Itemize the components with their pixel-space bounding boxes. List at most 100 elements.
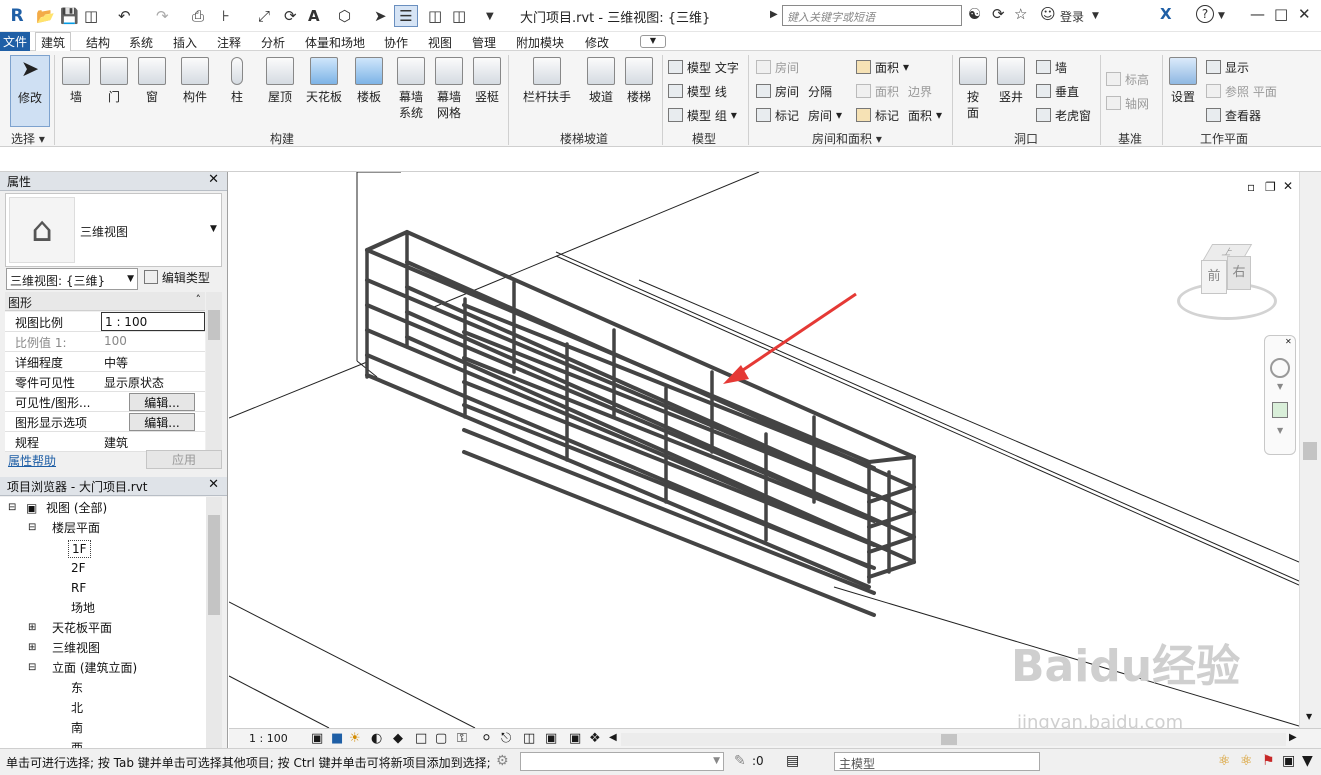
- login-dropdown-icon[interactable]: ▼: [1092, 11, 1099, 21]
- measure-icon[interactable]: ⊦: [222, 5, 230, 27]
- tab-systems[interactable]: 系统: [129, 34, 153, 51]
- modify-button[interactable]: ➤ 修改: [10, 55, 50, 127]
- close-hidden-icon[interactable]: ◫: [428, 5, 442, 27]
- wall-opening-button[interactable]: 墙: [1036, 58, 1067, 76]
- level-button[interactable]: 标高: [1106, 70, 1149, 88]
- panel-room-name[interactable]: 房间和面积 ▾: [812, 130, 882, 147]
- dropdown-icon[interactable]: ▼: [486, 5, 494, 27]
- highlight-icon[interactable]: ▣: [569, 731, 581, 746]
- login-button[interactable]: 登录: [1060, 8, 1084, 25]
- help-dropdown-icon[interactable]: ▼: [1218, 11, 1225, 21]
- collapse-icon[interactable]: ⊟: [28, 520, 36, 536]
- editable-only-icon[interactable]: ✎: [734, 753, 746, 769]
- separator-button[interactable]: 分隔: [808, 82, 832, 100]
- undo-icon[interactable]: ↶: [118, 5, 131, 27]
- zoom-icon[interactable]: [1272, 402, 1288, 418]
- scroll-down-icon[interactable]: ▼: [1306, 712, 1312, 721]
- scroll-thumb[interactable]: [1303, 442, 1317, 460]
- curtain-grid-button[interactable]: 幕墙 网格: [430, 57, 468, 121]
- frame-tie[interactable]: [867, 455, 916, 464]
- mullion-button[interactable]: 竖梃: [470, 57, 504, 105]
- scroll-left-icon[interactable]: ◀: [609, 732, 617, 743]
- column-button[interactable]: 柱: [220, 57, 254, 105]
- shaft-button[interactable]: 竖井: [994, 57, 1028, 105]
- properties-scrollbar[interactable]: [206, 292, 222, 450]
- edit-button[interactable]: 编辑...: [129, 413, 195, 431]
- tab-massing-site[interactable]: 体量和场地: [305, 34, 365, 51]
- viewcube-right-face[interactable]: 右: [1227, 256, 1251, 290]
- scroll-right-icon[interactable]: ▶: [1289, 732, 1297, 743]
- floor-button[interactable]: 楼板: [350, 57, 388, 105]
- crop-icon[interactable]: □: [415, 731, 427, 746]
- tag-area-label-button[interactable]: 面积 ▾: [908, 106, 942, 124]
- tree-item-west[interactable]: 西: [71, 740, 83, 748]
- property-value[interactable]: 显示原状态: [101, 372, 205, 391]
- chevron-down-icon[interactable]: ▼: [1277, 382, 1283, 391]
- crop-region-icon[interactable]: ▢: [435, 731, 447, 746]
- dormer-button[interactable]: 老虎窗: [1036, 106, 1091, 124]
- exchange-icon[interactable]: ⟳: [992, 5, 1005, 23]
- tree-item-rf[interactable]: RF: [71, 580, 86, 596]
- tag-icon[interactable]: ⟳: [284, 5, 297, 27]
- tree-item-north[interactable]: 北: [71, 700, 83, 716]
- tree-node-elevations[interactable]: 立面 (建筑立面): [52, 660, 137, 676]
- apply-button[interactable]: 应用: [146, 450, 222, 469]
- close-icon[interactable]: ✕: [208, 172, 219, 187]
- steering-wheel-icon[interactable]: [1270, 358, 1290, 378]
- scroll-thumb[interactable]: [208, 515, 220, 615]
- collapse-icon[interactable]: ⊟: [28, 660, 36, 676]
- window-button[interactable]: 窗: [134, 57, 170, 105]
- property-value[interactable]: 中等: [101, 352, 205, 371]
- stair-button[interactable]: 楼梯: [622, 57, 656, 105]
- print-icon[interactable]: ⎙: [192, 5, 204, 27]
- frame-tie[interactable]: [365, 230, 409, 252]
- door-button[interactable]: 门: [96, 57, 132, 105]
- search-input[interactable]: 键入关键字或短语: [782, 5, 962, 26]
- properties-help-link[interactable]: 属性帮助: [8, 452, 56, 469]
- binoculars-icon[interactable]: ☯: [968, 5, 981, 23]
- view-minimize-icon[interactable]: ▫: [1247, 180, 1255, 194]
- constraints-icon[interactable]: ❖: [589, 731, 601, 746]
- ribbon-minimize-icon[interactable]: ▼: [640, 35, 666, 48]
- grid-button[interactable]: 轴网: [1106, 94, 1149, 112]
- tree-item-south[interactable]: 南: [71, 720, 83, 736]
- expand-icon[interactable]: ⊞: [28, 620, 36, 636]
- text-icon[interactable]: A: [308, 5, 320, 27]
- tag-room-label-button[interactable]: 房间 ▾: [808, 106, 842, 124]
- save-icon[interactable]: 💾: [60, 5, 79, 27]
- close-icon[interactable]: ✕: [208, 477, 219, 492]
- view-close-icon[interactable]: ✕: [1283, 179, 1293, 193]
- curtain-system-button[interactable]: 幕墙 系统: [392, 57, 430, 121]
- property-value-input[interactable]: 1 : 100: [101, 312, 205, 331]
- property-value[interactable]: 建筑: [101, 432, 205, 451]
- tree-node-ceiling-plans[interactable]: 天花板平面: [52, 620, 112, 636]
- tree-node-views[interactable]: 视图 (全部): [46, 500, 107, 516]
- chevron-down-icon[interactable]: ▼: [210, 224, 217, 234]
- help-icon[interactable]: ?: [1196, 5, 1214, 23]
- reveal-hidden-icon[interactable]: ⎋: [501, 731, 511, 746]
- browser-scrollbar[interactable]: [206, 497, 222, 748]
- area-button[interactable]: 面积 ▾: [856, 58, 909, 76]
- tag-room-button[interactable]: 标记: [756, 106, 799, 124]
- tab-collaborate[interactable]: 协作: [384, 34, 408, 51]
- design-options-icon[interactable]: ▤: [786, 753, 799, 769]
- exchange-apps-icon[interactable]: X: [1160, 5, 1172, 23]
- tab-view[interactable]: 视图: [428, 34, 452, 51]
- collapse-icon[interactable]: ⊟: [8, 500, 16, 516]
- dimension-icon[interactable]: ⤢: [258, 5, 270, 27]
- model-line-button[interactable]: 模型 线: [668, 82, 727, 100]
- railing-button[interactable]: 栏杆扶手: [518, 57, 576, 105]
- tree-item-east[interactable]: 东: [71, 680, 83, 696]
- viewcube[interactable]: 上 前 右: [1173, 242, 1279, 324]
- tree-node-floor-plans[interactable]: 楼层平面: [52, 520, 100, 536]
- edit-type-button[interactable]: 编辑类型: [144, 269, 224, 289]
- area-boundary-button[interactable]: 面积: [856, 82, 899, 100]
- tree-item-1f[interactable]: 1F: [68, 540, 91, 558]
- open-icon[interactable]: 📂: [36, 5, 55, 27]
- tree-item-2f[interactable]: 2F: [71, 560, 86, 576]
- tree-node-3d-views[interactable]: 三维视图: [52, 640, 100, 656]
- switch-windows-icon[interactable]: ◫: [452, 5, 466, 27]
- boundary-button[interactable]: 边界: [908, 82, 932, 100]
- user-icon[interactable]: ☺: [1040, 5, 1056, 23]
- property-row[interactable]: 详细程度 中等: [5, 352, 205, 372]
